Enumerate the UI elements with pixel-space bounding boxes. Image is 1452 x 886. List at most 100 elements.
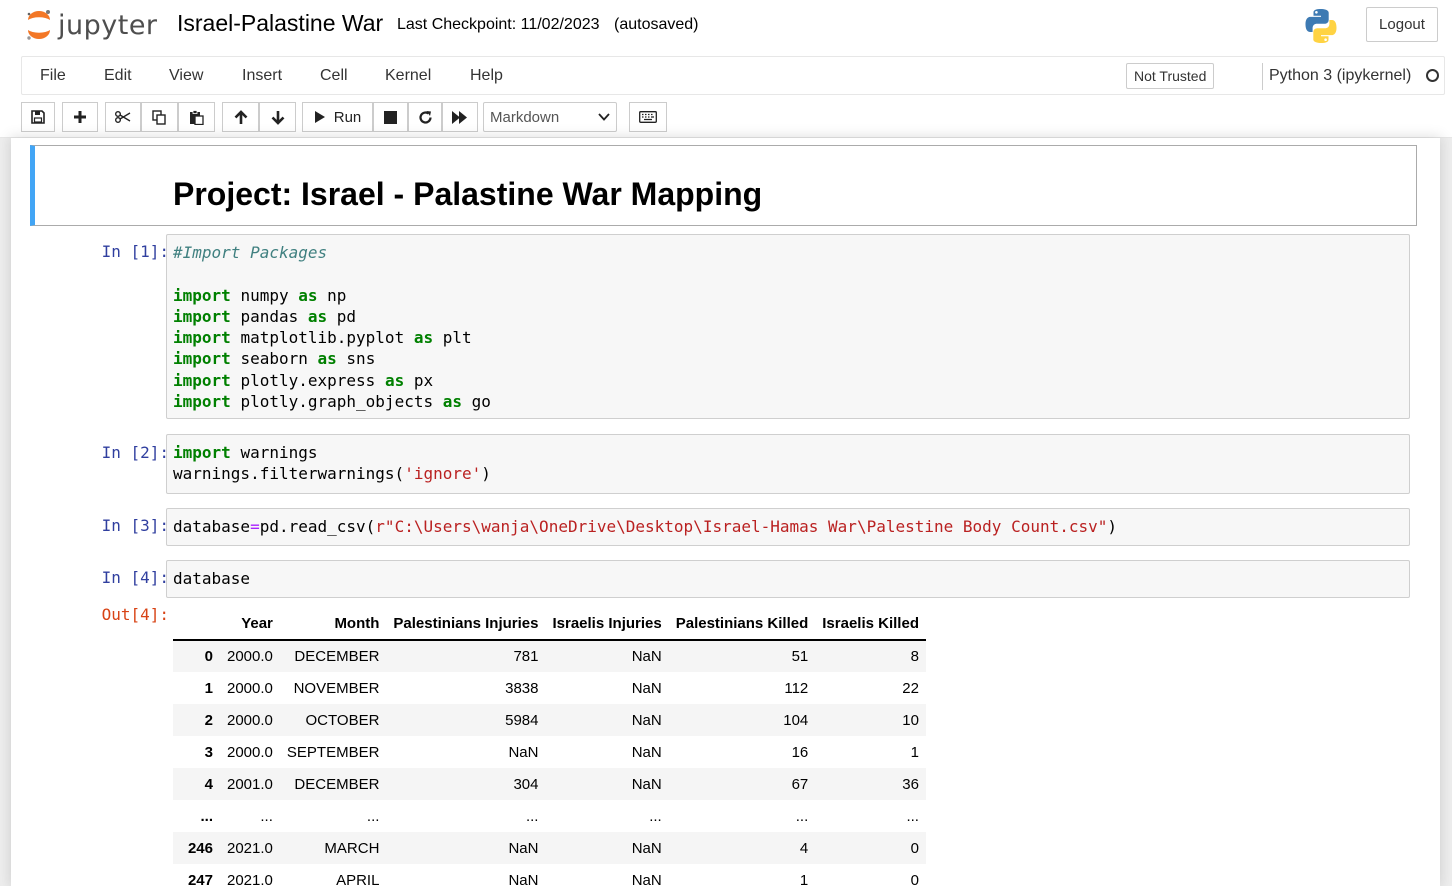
table-cell: MARCH: [324, 839, 380, 857]
keyword: as: [413, 328, 434, 348]
arrow-up-icon: [234, 109, 247, 124]
row-index: 1: [204, 679, 213, 697]
command-palette-button[interactable]: [629, 102, 667, 132]
column-header: Palestinians Killed: [668, 608, 816, 641]
header: jupyter Israel-Palastine War Last Checkp…: [0, 0, 1452, 138]
input-prompt-2: In [2]:: [101, 443, 169, 462]
notebook-container: Project: Israel - Palastine War Mapping …: [11, 138, 1440, 886]
table-cell: 2000.0: [227, 743, 273, 761]
interrupt-button[interactable]: [373, 102, 408, 132]
table-cell: ...: [795, 807, 809, 825]
fast-forward-icon: [452, 110, 467, 124]
menu-cell[interactable]: Cell: [320, 67, 348, 85]
table-row: 4 2001.0 DECEMBER 304 NaN 67 36: [173, 768, 926, 800]
function-call: warnings.filterwarnings(: [173, 464, 405, 484]
autosave-status: (autosaved): [614, 16, 699, 33]
code-cell-4[interactable]: database: [166, 560, 1410, 598]
menubar: File Edit View Insert Cell Kernel Help N…: [21, 56, 1445, 95]
row-index: 3: [204, 743, 213, 761]
save-button[interactable]: [21, 102, 55, 132]
move-down-button[interactable]: [259, 102, 296, 132]
chevron-down-icon: [598, 113, 610, 121]
table-cell: NaN: [631, 711, 662, 729]
copy-button[interactable]: [141, 102, 178, 132]
move-up-button[interactable]: [222, 102, 259, 132]
dataframe-table: Year Month Palestinians Injuries Israeli…: [173, 608, 926, 886]
menu-file[interactable]: File: [40, 67, 66, 85]
table-cell: 0: [910, 839, 919, 857]
table-cell: 22: [902, 679, 919, 697]
table-cell: APRIL: [336, 871, 380, 886]
table-cell: 1: [910, 743, 919, 761]
table-row: 246 2021.0 MARCH NaN NaN 4 0: [173, 832, 926, 864]
code-cell-2[interactable]: import warnings warnings.filterwarnings(…: [166, 434, 1410, 494]
table-header-row: Year Month Palestinians Injuries Israeli…: [173, 608, 926, 641]
alias: pd: [336, 306, 357, 326]
run-button[interactable]: Run: [302, 102, 373, 132]
keyword: import: [173, 306, 231, 326]
table-row: 247 2021.0 APRIL NaN NaN 1 0: [173, 864, 926, 886]
menu-view[interactable]: View: [169, 67, 203, 85]
cut-button[interactable]: [105, 102, 141, 132]
keyword: import: [173, 443, 231, 462]
table-cell: NOVEMBER: [293, 679, 380, 697]
string-literal: 'ignore': [404, 464, 482, 484]
module-name: matplotlib.pyplot: [240, 328, 405, 348]
alias: sns: [346, 349, 376, 369]
menu-kernel[interactable]: Kernel: [385, 67, 431, 85]
table-row: 1 2000.0 NOVEMBER 3838 NaN 112 22: [173, 672, 926, 704]
table-cell: 2001.0: [227, 775, 273, 793]
operator: =: [250, 517, 260, 536]
jupyter-logo[interactable]: jupyter: [24, 8, 158, 42]
table-cell: 36: [902, 775, 919, 793]
logout-button[interactable]: Logout: [1366, 7, 1438, 42]
jupyter-logo-icon: [27, 10, 50, 40]
module-name: seaborn: [240, 349, 308, 369]
table-cell: 67: [791, 775, 809, 793]
table-row: 0 2000.0 DECEMBER 781 NaN 51 8: [173, 640, 926, 672]
restart-button[interactable]: [408, 102, 442, 132]
input-prompt-3: In [3]:: [101, 516, 169, 535]
kernel-idle-indicator-icon: [1426, 69, 1439, 82]
kernel-separator: [1262, 63, 1263, 90]
table-row: 3 2000.0 SEPTEMBER NaN NaN 16 1: [173, 736, 926, 768]
table-cell: NaN: [508, 839, 539, 857]
table-cell: NaN: [631, 871, 662, 886]
column-header: Month: [279, 608, 387, 641]
keyword: as: [307, 306, 328, 326]
restart-run-all-button[interactable]: [442, 102, 478, 132]
alias: plt: [442, 328, 472, 348]
output-prompt-4: Out[4]:: [101, 605, 169, 624]
table-cell: 2021.0: [227, 839, 273, 857]
notebook-name[interactable]: Israel-Palastine War: [177, 10, 383, 37]
code-cell-1[interactable]: #Import Packages import numpy as np impo…: [166, 234, 1410, 419]
table-cell: 8: [910, 648, 919, 665]
menu-edit[interactable]: Edit: [104, 67, 132, 85]
string-literal: r"C:\Users\wanja\OneDrive\Desktop\Israel…: [375, 517, 1108, 536]
function-call: pd.read_csv(: [259, 517, 376, 536]
menu-help[interactable]: Help: [470, 67, 503, 85]
table-cell: ...: [366, 807, 380, 825]
column-header: Israelis Injuries: [545, 608, 669, 641]
table-cell: SEPTEMBER: [286, 743, 380, 761]
cell-type-value: Markdown: [490, 109, 560, 126]
cell-type-select[interactable]: Markdown: [483, 102, 617, 132]
table-cell: DECEMBER: [294, 775, 380, 793]
arrow-down-icon: [271, 110, 284, 125]
table-cell: DECEMBER: [294, 648, 380, 665]
python-logo-icon: [1305, 9, 1337, 43]
markdown-cell[interactable]: Project: Israel - Palastine War Mapping: [30, 145, 1417, 226]
input-prompt-4: In [4]:: [101, 568, 169, 587]
alias: go: [471, 392, 491, 412]
paste-button[interactable]: [178, 102, 215, 132]
trust-notebook-button[interactable]: Not Trusted: [1126, 63, 1215, 89]
menu-insert[interactable]: Insert: [242, 67, 282, 85]
table-cell: 304: [513, 775, 539, 793]
run-label: Run: [333, 108, 362, 126]
kernel-name: Python 3 (ipykernel): [1269, 67, 1412, 84]
insert-cell-button[interactable]: [62, 102, 98, 132]
table-cell: 2000.0: [227, 711, 273, 729]
table-cell: NaN: [631, 775, 662, 793]
keyword: as: [384, 370, 405, 390]
code-cell-3[interactable]: database=pd.read_csv(r"C:\Users\wanja\On…: [166, 508, 1410, 546]
